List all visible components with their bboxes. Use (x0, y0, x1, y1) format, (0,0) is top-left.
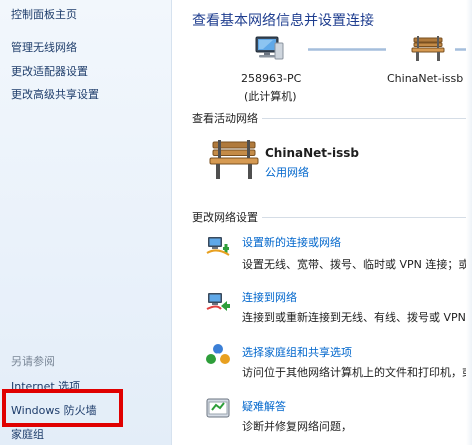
active-networks-section: 查看活动网络 (192, 110, 472, 126)
computer-name-label: 258963-PC (241, 72, 302, 85)
map-link-line (308, 48, 386, 51)
control-panel-home-link[interactable]: 控制面板主页 (11, 6, 77, 22)
page-title: 查看基本网络信息并设置连接 (192, 13, 374, 29)
active-networks-heading: 查看活动网络 (192, 110, 262, 126)
active-network-name: ChinaNet-issb (265, 146, 359, 160)
main-content: 查看基本网络信息并设置连接 258963-PC (此计算机) ChinaNet-… (173, 0, 472, 445)
change-advanced-sharing-link[interactable]: 更改高级共享设置 (11, 86, 99, 102)
highlight-annotation-box (2, 389, 123, 427)
homegroup-sharing-link[interactable]: 选择家庭组和共享选项 (242, 344, 352, 360)
network-name-label[interactable]: ChinaNet-issb (387, 72, 463, 85)
see-also-heading: 另请参阅 (11, 355, 55, 368)
computer-icon[interactable] (251, 35, 285, 63)
homegroup-sharing-desc: 访问位于其他网络计算机上的文件和打印机，或 (242, 366, 472, 379)
homegroup-link[interactable]: 家庭组 (11, 426, 44, 442)
troubleshoot-link[interactable]: 疑难解答 (242, 398, 286, 414)
connect-network-icon (206, 293, 230, 311)
computer-sub-label: (此计算机) (244, 90, 297, 103)
right-edge-shade (466, 0, 472, 445)
connect-to-network-link[interactable]: 连接到网络 (242, 289, 297, 305)
troubleshoot-desc: 诊断并修复网络问题， (242, 420, 352, 433)
connect-to-network-desc: 连接到或重新连接到无线、有线、拨号或 VPN (242, 311, 466, 324)
setup-new-connection-link[interactable]: 设置新的连接或网络 (242, 234, 341, 250)
active-network-type-link[interactable]: 公用网络 (265, 164, 309, 180)
manage-wireless-networks-link[interactable]: 管理无线网络 (11, 39, 77, 55)
left-nav-pane: 控制面板主页 管理无线网络 更改适配器设置 更改高级共享设置 另请参阅 Inte… (0, 0, 172, 445)
change-settings-heading: 更改网络设置 (192, 209, 262, 225)
change-settings-section: 更改网络设置 (192, 209, 472, 225)
homegroup-icon (206, 344, 230, 364)
setup-new-connection-desc: 设置无线、宽带、拨号、临时或 VPN 连接；或 (242, 258, 470, 271)
new-connection-icon (206, 237, 230, 256)
public-network-bench-icon-large (209, 140, 259, 179)
troubleshoot-icon (206, 398, 230, 418)
change-adapter-settings-link[interactable]: 更改适配器设置 (11, 63, 88, 79)
public-network-bench-icon[interactable] (411, 36, 445, 62)
